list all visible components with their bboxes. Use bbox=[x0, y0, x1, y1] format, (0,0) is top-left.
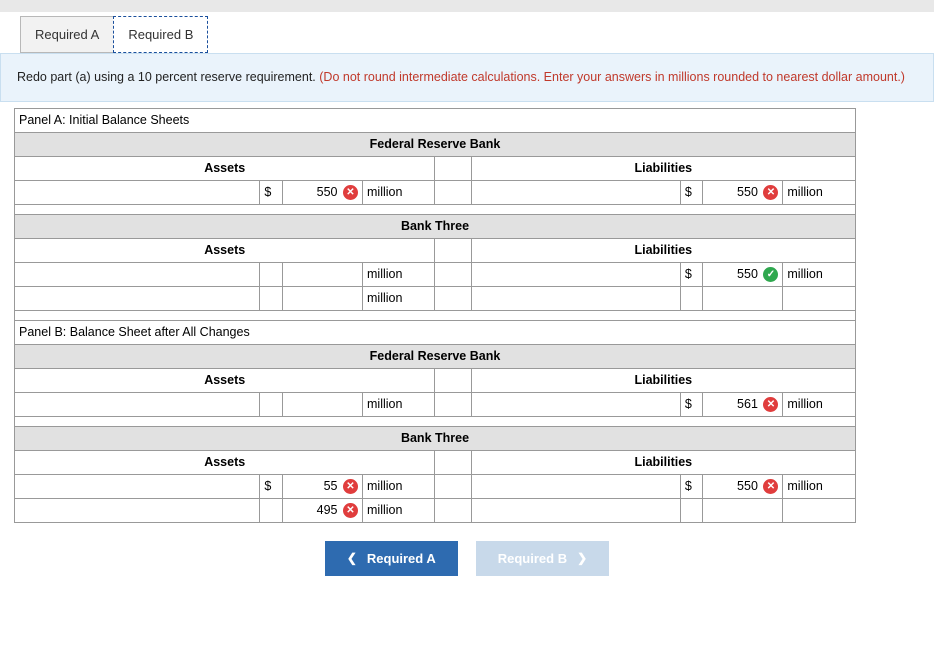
chevron-right-icon: ❯ bbox=[577, 551, 587, 565]
panel-b-frb-name: Federal Reserve Bank bbox=[15, 344, 856, 368]
panel-b-frb-liab-label: Liabilities bbox=[471, 368, 855, 392]
pa-frb-l-unit: million bbox=[783, 180, 856, 204]
next-button-label: Required B bbox=[498, 551, 567, 566]
pa-b3-a1-unit: million bbox=[363, 262, 435, 286]
panel-a-b3-name: Bank Three bbox=[15, 214, 856, 238]
correct-icon: ✓ bbox=[763, 267, 778, 282]
pb-frb-a-unit: million bbox=[363, 392, 435, 416]
pa-frb-a-value: 550 bbox=[317, 185, 338, 199]
pb-b3-a1-value: 55 bbox=[324, 479, 338, 493]
wrong-icon: ✕ bbox=[343, 503, 358, 518]
pb-b3-a1-dollar: $ bbox=[260, 474, 282, 498]
pa-frb-l-dollar: $ bbox=[680, 180, 702, 204]
pa-b3-l-value-cell[interactable]: 550 ✓ bbox=[702, 262, 782, 286]
nav-buttons: ❮ Required A Required B ❯ bbox=[0, 541, 934, 576]
pa-b3-l-value: 550 bbox=[737, 267, 758, 281]
panel-a-frb-name: Federal Reserve Bank bbox=[15, 132, 856, 156]
pa-b3-l-dollar: $ bbox=[680, 262, 702, 286]
next-button[interactable]: Required B ❯ bbox=[476, 541, 609, 576]
wrong-icon: ✕ bbox=[763, 479, 778, 494]
panel-b-b3-liab-label: Liabilities bbox=[471, 450, 855, 474]
pa-frb-a-value-cell[interactable]: 550 ✕ bbox=[282, 180, 362, 204]
wrong-icon: ✕ bbox=[763, 397, 778, 412]
panel-a-frb-liab-label: Liabilities bbox=[471, 156, 855, 180]
pb-frb-l-unit: million bbox=[783, 392, 856, 416]
pb-b3-a2-unit: million bbox=[363, 498, 435, 522]
pa-frb-l-value: 550 bbox=[737, 185, 758, 199]
panel-a-b3-assets-label: Assets bbox=[15, 238, 435, 262]
pb-b3-l-value: 550 bbox=[737, 479, 758, 493]
wrong-icon: ✕ bbox=[343, 185, 358, 200]
pa-b3-a1-value-cell[interactable] bbox=[282, 262, 362, 286]
pb-frb-l-dollar: $ bbox=[680, 392, 702, 416]
pb-frb-l-value-cell[interactable]: 561 ✕ bbox=[702, 392, 782, 416]
pa-b3-a2-value-cell[interactable] bbox=[282, 286, 362, 310]
tabs-row: Required A Required B bbox=[0, 16, 934, 53]
balance-sheet-area: Panel A: Initial Balance Sheets Federal … bbox=[14, 108, 856, 523]
pb-frb-a-value-cell[interactable] bbox=[282, 392, 362, 416]
instruction-text: Redo part (a) using a 10 percent reserve… bbox=[17, 70, 319, 84]
top-gray-bar bbox=[0, 0, 934, 12]
balance-sheet-table: Panel A: Initial Balance Sheets Federal … bbox=[14, 108, 856, 523]
prev-button-label: Required A bbox=[367, 551, 436, 566]
prev-button[interactable]: ❮ Required A bbox=[325, 541, 458, 576]
panel-a-frb-assets-label: Assets bbox=[15, 156, 435, 180]
pb-b3-a1-value-cell[interactable]: 55 ✕ bbox=[282, 474, 362, 498]
panel-b-title: Panel B: Balance Sheet after All Changes bbox=[15, 320, 856, 344]
tab-required-b[interactable]: Required B bbox=[113, 16, 208, 53]
tab-required-a[interactable]: Required A bbox=[20, 16, 114, 53]
chevron-left-icon: ❮ bbox=[347, 551, 357, 565]
pb-b3-l-value-cell[interactable]: 550 ✕ bbox=[702, 474, 782, 498]
pb-b3-a2-value: 495 bbox=[317, 503, 338, 517]
pa-b3-l-unit: million bbox=[783, 262, 856, 286]
pa-frb-l-value-cell[interactable]: 550 ✕ bbox=[702, 180, 782, 204]
panel-b-frb-assets-label: Assets bbox=[15, 368, 435, 392]
pa-b3-a2-unit: million bbox=[363, 286, 435, 310]
instruction-box: Redo part (a) using a 10 percent reserve… bbox=[0, 53, 934, 102]
wrong-icon: ✕ bbox=[763, 185, 778, 200]
panel-a-b3-liab-label: Liabilities bbox=[471, 238, 855, 262]
pb-frb-l-value: 561 bbox=[737, 397, 758, 411]
panel-b-b3-name: Bank Three bbox=[15, 426, 856, 450]
pb-b3-a2-value-cell[interactable]: 495 ✕ bbox=[282, 498, 362, 522]
pa-frb-a-dollar: $ bbox=[260, 180, 282, 204]
pb-b3-l-dollar: $ bbox=[680, 474, 702, 498]
pb-b3-l-unit: million bbox=[783, 474, 856, 498]
pa-frb-a-unit: million bbox=[363, 180, 435, 204]
instruction-note: (Do not round intermediate calculations.… bbox=[319, 70, 905, 84]
pb-b3-a1-unit: million bbox=[363, 474, 435, 498]
wrong-icon: ✕ bbox=[343, 479, 358, 494]
panel-a-title: Panel A: Initial Balance Sheets bbox=[15, 108, 856, 132]
panel-b-b3-assets-label: Assets bbox=[15, 450, 435, 474]
